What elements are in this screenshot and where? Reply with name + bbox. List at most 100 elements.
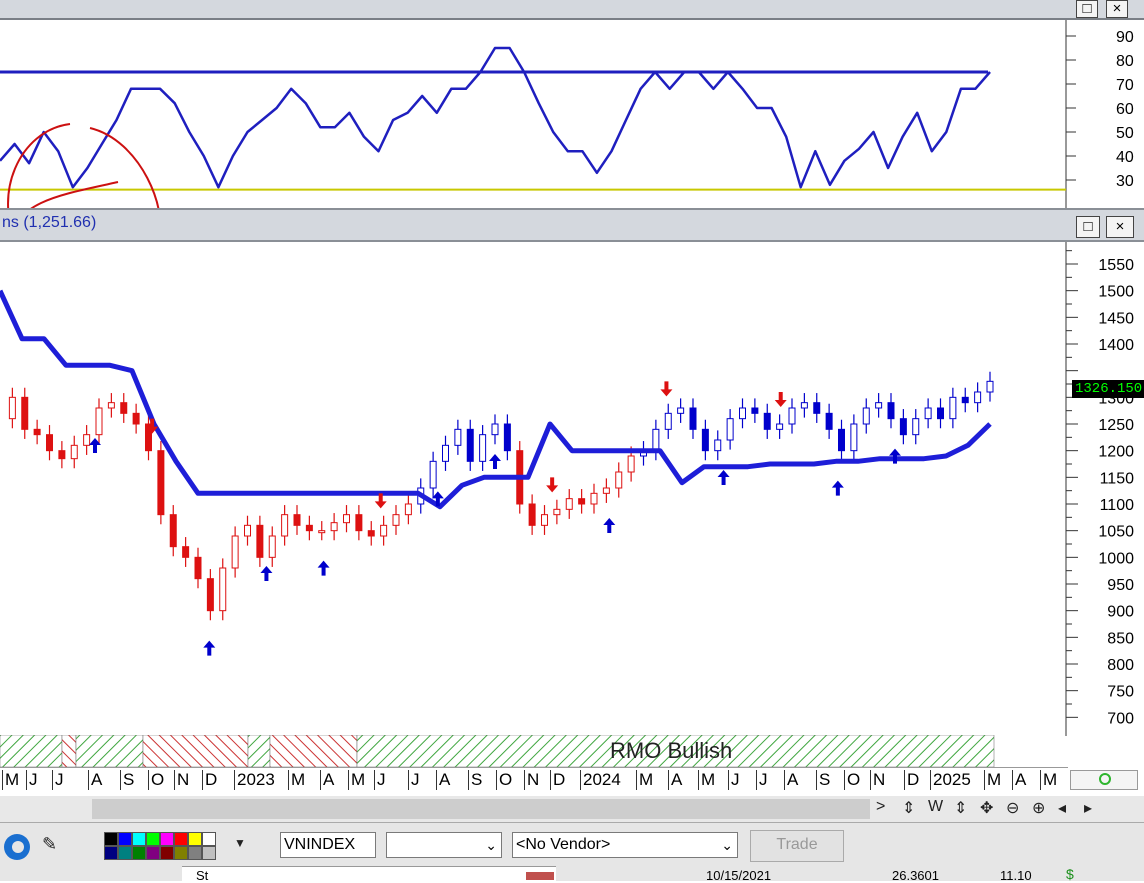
- scroll-thumb[interactable]: [92, 799, 870, 819]
- palette-dropdown-icon[interactable]: ▼: [234, 836, 246, 850]
- month-label: N: [524, 770, 539, 790]
- color-swatch[interactable]: [160, 846, 174, 860]
- rsi-close-button[interactable]: ×: [1106, 0, 1128, 18]
- candle-body: [132, 412, 140, 425]
- month-label: M: [698, 770, 715, 790]
- color-swatch[interactable]: [146, 832, 160, 846]
- candle-body: [528, 503, 536, 526]
- candle-body: [330, 522, 338, 532]
- rmo-segment: [142, 735, 249, 767]
- edge-browser-icon[interactable]: [4, 834, 30, 860]
- candle-body: [615, 471, 623, 489]
- rmo-segment: [269, 735, 358, 767]
- month-label: 2023: [234, 770, 275, 790]
- status-panel: [182, 866, 556, 881]
- candle-body: [367, 530, 375, 537]
- rsi-tick-label: 30: [1116, 173, 1134, 190]
- rmo-label: RMO Bullish: [610, 738, 733, 763]
- trailing-stop-line: [0, 289, 992, 510]
- price-tick-label: 800: [1107, 657, 1134, 674]
- color-swatch[interactable]: [132, 846, 146, 860]
- candle-body: [924, 407, 932, 420]
- candle-body: [281, 514, 289, 537]
- zoom-out-icon[interactable]: ⊖: [1006, 798, 1019, 818]
- vendor-select-label: <No Vendor>: [516, 836, 611, 853]
- candle-body: [739, 407, 746, 420]
- scroll-left-icon[interactable]: ◂: [1058, 798, 1066, 818]
- last-price-label: 1326.150: [1072, 380, 1144, 398]
- rsi-tick-label: 50: [1116, 125, 1134, 142]
- empty-dropdown[interactable]: ⌄: [386, 832, 502, 858]
- fit-icon[interactable]: ⇕: [954, 798, 967, 818]
- month-label: O: [844, 770, 860, 790]
- color-swatch[interactable]: [118, 832, 132, 846]
- pan-icon[interactable]: ✥: [980, 798, 993, 818]
- candle-body: [986, 380, 994, 393]
- price-tick-label: 1450: [1098, 310, 1134, 327]
- candle-body: [355, 514, 363, 532]
- next-icon[interactable]: >: [876, 798, 885, 816]
- color-palette[interactable]: [104, 832, 232, 860]
- scroll-right-icon[interactable]: ▸: [1084, 798, 1092, 818]
- candle-body: [862, 407, 870, 425]
- month-label: M: [636, 770, 653, 790]
- horizontal-scrollbar[interactable]: [0, 796, 1144, 822]
- buy-arrow-icon: [889, 448, 901, 464]
- candle-body: [912, 418, 920, 436]
- color-swatch[interactable]: [160, 832, 174, 846]
- candle-body: [689, 407, 697, 430]
- month-label: M: [348, 770, 365, 790]
- scroll-indicator[interactable]: [1070, 770, 1138, 790]
- candle-body: [664, 412, 672, 430]
- color-swatch[interactable]: [146, 846, 160, 860]
- color-swatch[interactable]: [174, 832, 188, 846]
- color-swatch[interactable]: [188, 832, 202, 846]
- rsi-tick-label: 90: [1116, 29, 1134, 46]
- weekly-icon[interactable]: W: [928, 798, 943, 816]
- candle-body: [652, 428, 660, 452]
- price-maximize-button[interactable]: □: [1076, 216, 1100, 238]
- month-label: D: [550, 770, 565, 790]
- rsi-maximize-button[interactable]: □: [1076, 0, 1098, 18]
- candle-body: [726, 418, 734, 441]
- month-label: M: [288, 770, 305, 790]
- price-close-button[interactable]: ×: [1106, 216, 1134, 238]
- candle-body: [442, 444, 449, 462]
- candle-body: [763, 412, 771, 430]
- status-number: 26.3601: [892, 868, 939, 883]
- candle-body: [21, 396, 29, 430]
- candle-body: [219, 567, 227, 612]
- price-tick-label: 1250: [1098, 417, 1134, 434]
- price-tick-label: 750: [1107, 684, 1134, 701]
- color-swatch[interactable]: [104, 846, 118, 860]
- trade-button[interactable]: Trade: [750, 830, 844, 862]
- candle-body: [70, 444, 78, 460]
- price-tick-label: 1200: [1098, 444, 1134, 461]
- candle-body: [887, 402, 895, 420]
- candle-body: [157, 450, 165, 516]
- candle-body: [541, 514, 548, 526]
- price-tick-label: 850: [1107, 630, 1134, 647]
- color-swatch[interactable]: [118, 846, 132, 860]
- price-tick-label: 1000: [1098, 550, 1134, 567]
- color-swatch[interactable]: [174, 846, 188, 860]
- status-text: St: [196, 868, 209, 883]
- symbol-input[interactable]: VNINDEX: [280, 832, 376, 858]
- color-swatch[interactable]: [188, 846, 202, 860]
- vertical-scale-icon[interactable]: ⇕: [902, 798, 915, 818]
- color-swatch[interactable]: [202, 832, 216, 846]
- buy-arrow-icon: [831, 480, 844, 496]
- rmo-segment: [75, 735, 144, 767]
- zoom-in-icon[interactable]: ⊕: [1032, 798, 1045, 818]
- candle-body: [714, 439, 722, 452]
- candle-body: [776, 423, 784, 430]
- color-swatch[interactable]: [132, 832, 146, 846]
- candle-body: [627, 455, 635, 473]
- vendor-select[interactable]: <No Vendor> ⌄: [512, 832, 738, 858]
- month-label: J: [52, 770, 64, 790]
- rsi-panel-titlebar: [0, 0, 1144, 20]
- notepad-icon[interactable]: ✎: [42, 834, 57, 855]
- color-swatch[interactable]: [202, 846, 216, 860]
- color-swatch[interactable]: [104, 832, 118, 846]
- month-label: N: [174, 770, 189, 790]
